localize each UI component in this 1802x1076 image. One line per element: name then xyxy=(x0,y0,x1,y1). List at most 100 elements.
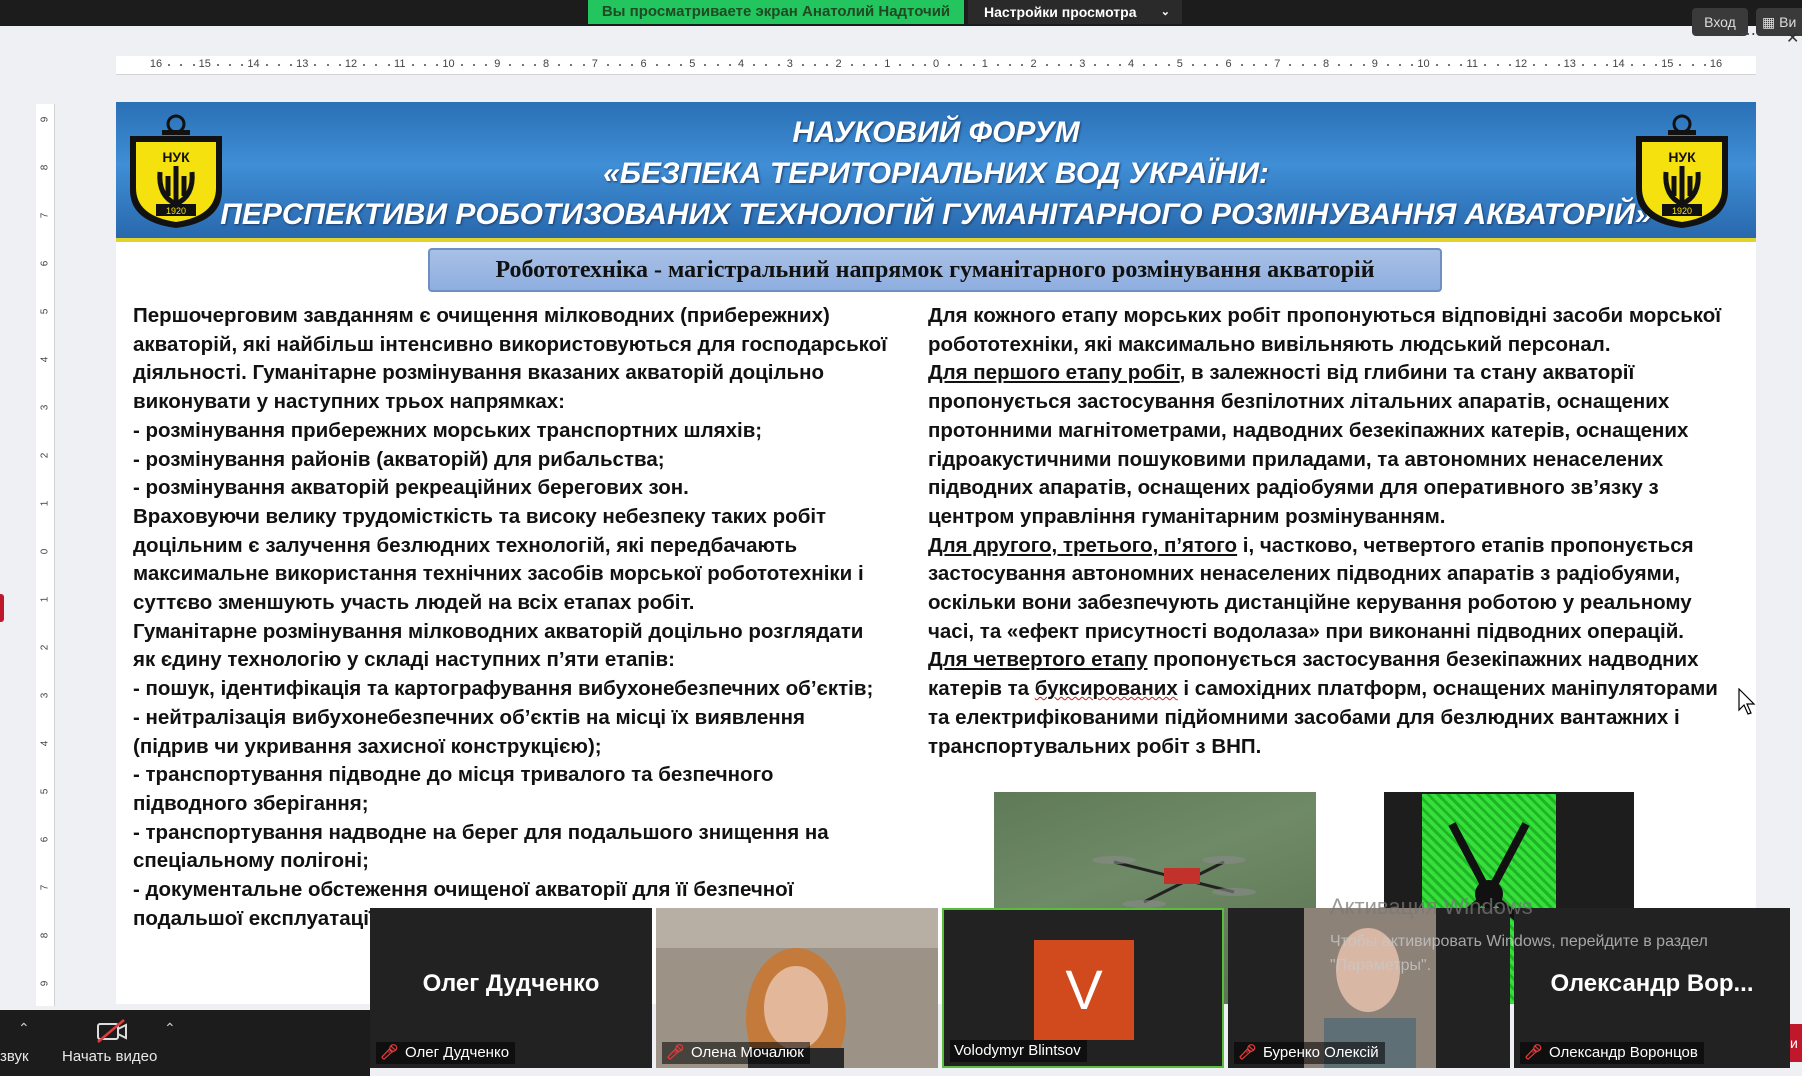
left-side-tab[interactable] xyxy=(0,594,4,622)
ruler-dot xyxy=(716,64,719,66)
ruler-tick: 3 xyxy=(786,58,793,70)
audio-button-label[interactable]: звук xyxy=(0,1048,29,1065)
view-settings-button[interactable]: Настройки просмотра ⌄ xyxy=(968,0,1182,24)
text-line: - розмінування прибережних морських тран… xyxy=(133,418,763,442)
ruler-dot xyxy=(229,64,232,66)
underlined-phrase: Для другого, третього, п’ятого xyxy=(928,533,1238,557)
ruler-dot xyxy=(241,64,244,66)
text-fragment: і самохідних платформ, оснащених маніпул… xyxy=(1177,677,1718,701)
ruler-dot xyxy=(826,64,829,66)
ruler-dot xyxy=(570,64,573,66)
ruler-dot xyxy=(485,64,488,66)
ruler-tick: 5 xyxy=(39,308,51,315)
ruler-tick: 4 xyxy=(737,58,745,70)
ruler-dot xyxy=(533,64,536,66)
ruler-tick: 12 xyxy=(344,58,358,70)
text-line: - документальне обстеження очищеної аква… xyxy=(133,878,794,902)
participant-name-large: Олег Дудченко xyxy=(422,970,600,997)
share-prefix: Вы просматриваете экран xyxy=(601,3,798,20)
ruler-tick: 1 xyxy=(884,58,891,70)
participant-tile[interactable]: Олег Дудченко 🎤︎ Олег Дудченко xyxy=(370,908,652,1068)
logo-year: 1920 xyxy=(1672,206,1692,216)
ruler-dot xyxy=(1070,64,1073,66)
ruler-dot xyxy=(960,64,963,66)
chevron-up-icon[interactable]: ⌃ xyxy=(18,1020,30,1037)
ruler-dot xyxy=(1630,64,1633,66)
ruler-dot xyxy=(1411,64,1414,66)
ruler-dot xyxy=(460,64,463,66)
ruler-tick: 6 xyxy=(1225,58,1232,70)
text-line: - транспортування підводне до місця трив… xyxy=(133,763,774,787)
ruler-dot xyxy=(1508,64,1511,66)
ruler-dot xyxy=(521,64,524,66)
ruler-dot xyxy=(326,64,329,66)
ruler-tick: 16 xyxy=(1709,58,1723,70)
text-line: - розмінування районів (акваторій) для р… xyxy=(133,447,665,471)
ruler-dot xyxy=(1155,64,1158,66)
ruler-dot xyxy=(436,64,439,66)
ruler-dot xyxy=(472,64,475,66)
ruler-dot xyxy=(1691,64,1694,66)
university-logo-right: НУК 1920 xyxy=(1636,114,1728,228)
participant-label: Volodymyr Blintsov xyxy=(950,1040,1087,1062)
spellcheck-word: буксированих xyxy=(1034,677,1178,701)
ruler-tick: 14 xyxy=(1612,58,1625,70)
start-video-button[interactable]: Начать видео xyxy=(62,1048,157,1065)
text-line: максимальне використання технічних засоб… xyxy=(133,562,864,586)
text-line: застосування автономних ненаселених підв… xyxy=(928,562,1681,586)
ruler-tick: 11 xyxy=(394,58,406,70)
video-off-icon[interactable] xyxy=(94,1018,130,1044)
ruler-tick: 4 xyxy=(1127,58,1135,70)
ruler-tick: 4 xyxy=(39,356,51,363)
ruler-tick: 3 xyxy=(39,692,51,699)
participant-label: 🎤︎ Олег Дудченко xyxy=(376,1042,516,1064)
text-line: Для четвертого етапу пропонується застос… xyxy=(928,646,1748,675)
participant-tile[interactable]: 🎤︎ Олена Мочалюк xyxy=(656,908,938,1068)
text-line: спеціальному полігоні; xyxy=(133,849,369,873)
participant-label-text: Буренко Олексій xyxy=(1263,1044,1379,1061)
ruler-dot xyxy=(192,64,195,66)
ruler-tick: 3 xyxy=(1079,58,1086,70)
right-side-tab[interactable]: и xyxy=(1790,1024,1802,1062)
ruler-dot xyxy=(363,64,366,66)
banner-divider xyxy=(116,238,1756,242)
text-line: оскільки вони забезпечують дистанційне к… xyxy=(928,591,1692,615)
presentation-slide: НУК 1920 НАУКОВИЙ ФОРУМ «БЕЗПЕКА ТЕРИТОР… xyxy=(116,102,1756,1004)
university-logo-left: НУК 1920 xyxy=(130,114,222,228)
ruler-dot xyxy=(1265,64,1268,66)
ruler-tick: 11 xyxy=(1466,58,1478,70)
logo-year: 1920 xyxy=(166,206,186,216)
ruler-tick: 8 xyxy=(39,164,51,171)
ruler-dot xyxy=(1106,64,1109,66)
ruler-dot xyxy=(1204,64,1207,66)
ruler-tick: 15 xyxy=(1661,58,1674,70)
ruler-dot xyxy=(509,64,512,66)
logo-text: НУК xyxy=(162,149,190,165)
logo-text: НУК xyxy=(1668,149,1696,165)
ruler-dot xyxy=(1533,64,1536,66)
chevron-up-icon[interactable]: ⌃ xyxy=(164,1020,176,1037)
forum-title: НАУКОВИЙ ФОРУМ «БЕЗПЕКА ТЕРИТОРІАЛЬНИХ В… xyxy=(216,112,1656,235)
text-line: підводного зберігання; xyxy=(133,791,369,815)
ruler-dot xyxy=(1545,64,1548,66)
ruler-dot xyxy=(1435,64,1438,66)
text-line: Враховуючи велику трудомісткість та висо… xyxy=(133,504,827,528)
ruler-dot xyxy=(801,64,804,66)
text-line: підводних апаратів, оснащених радіобуями… xyxy=(928,476,1659,500)
text-line: доцільним є залучення безлюдних технолог… xyxy=(133,533,798,557)
ruler-tick: 4 xyxy=(39,740,51,747)
windows-activation-line: Чтобы активировать Windows, перейдите в … xyxy=(1330,933,1708,950)
ruler-dot xyxy=(1606,64,1609,66)
ruler-tick: 9 xyxy=(39,116,51,123)
ruler-dot xyxy=(996,64,999,66)
muted-mic-icon: 🎤︎ xyxy=(666,1044,686,1061)
ruler-tick: 5 xyxy=(689,58,696,70)
ruler-dot xyxy=(1655,64,1658,66)
ruler-dot xyxy=(1679,64,1682,66)
ruler-dot xyxy=(911,64,914,66)
text-line: діяльності. Гуманітарне розмінування вка… xyxy=(133,361,824,385)
more-options-icon[interactable]: ⋯ xyxy=(1740,24,1757,44)
participant-tile-active[interactable]: V Volodymyr Blintsov xyxy=(942,908,1224,1068)
ruler-dot xyxy=(277,64,280,66)
close-icon[interactable]: ✕ xyxy=(1786,28,1799,48)
